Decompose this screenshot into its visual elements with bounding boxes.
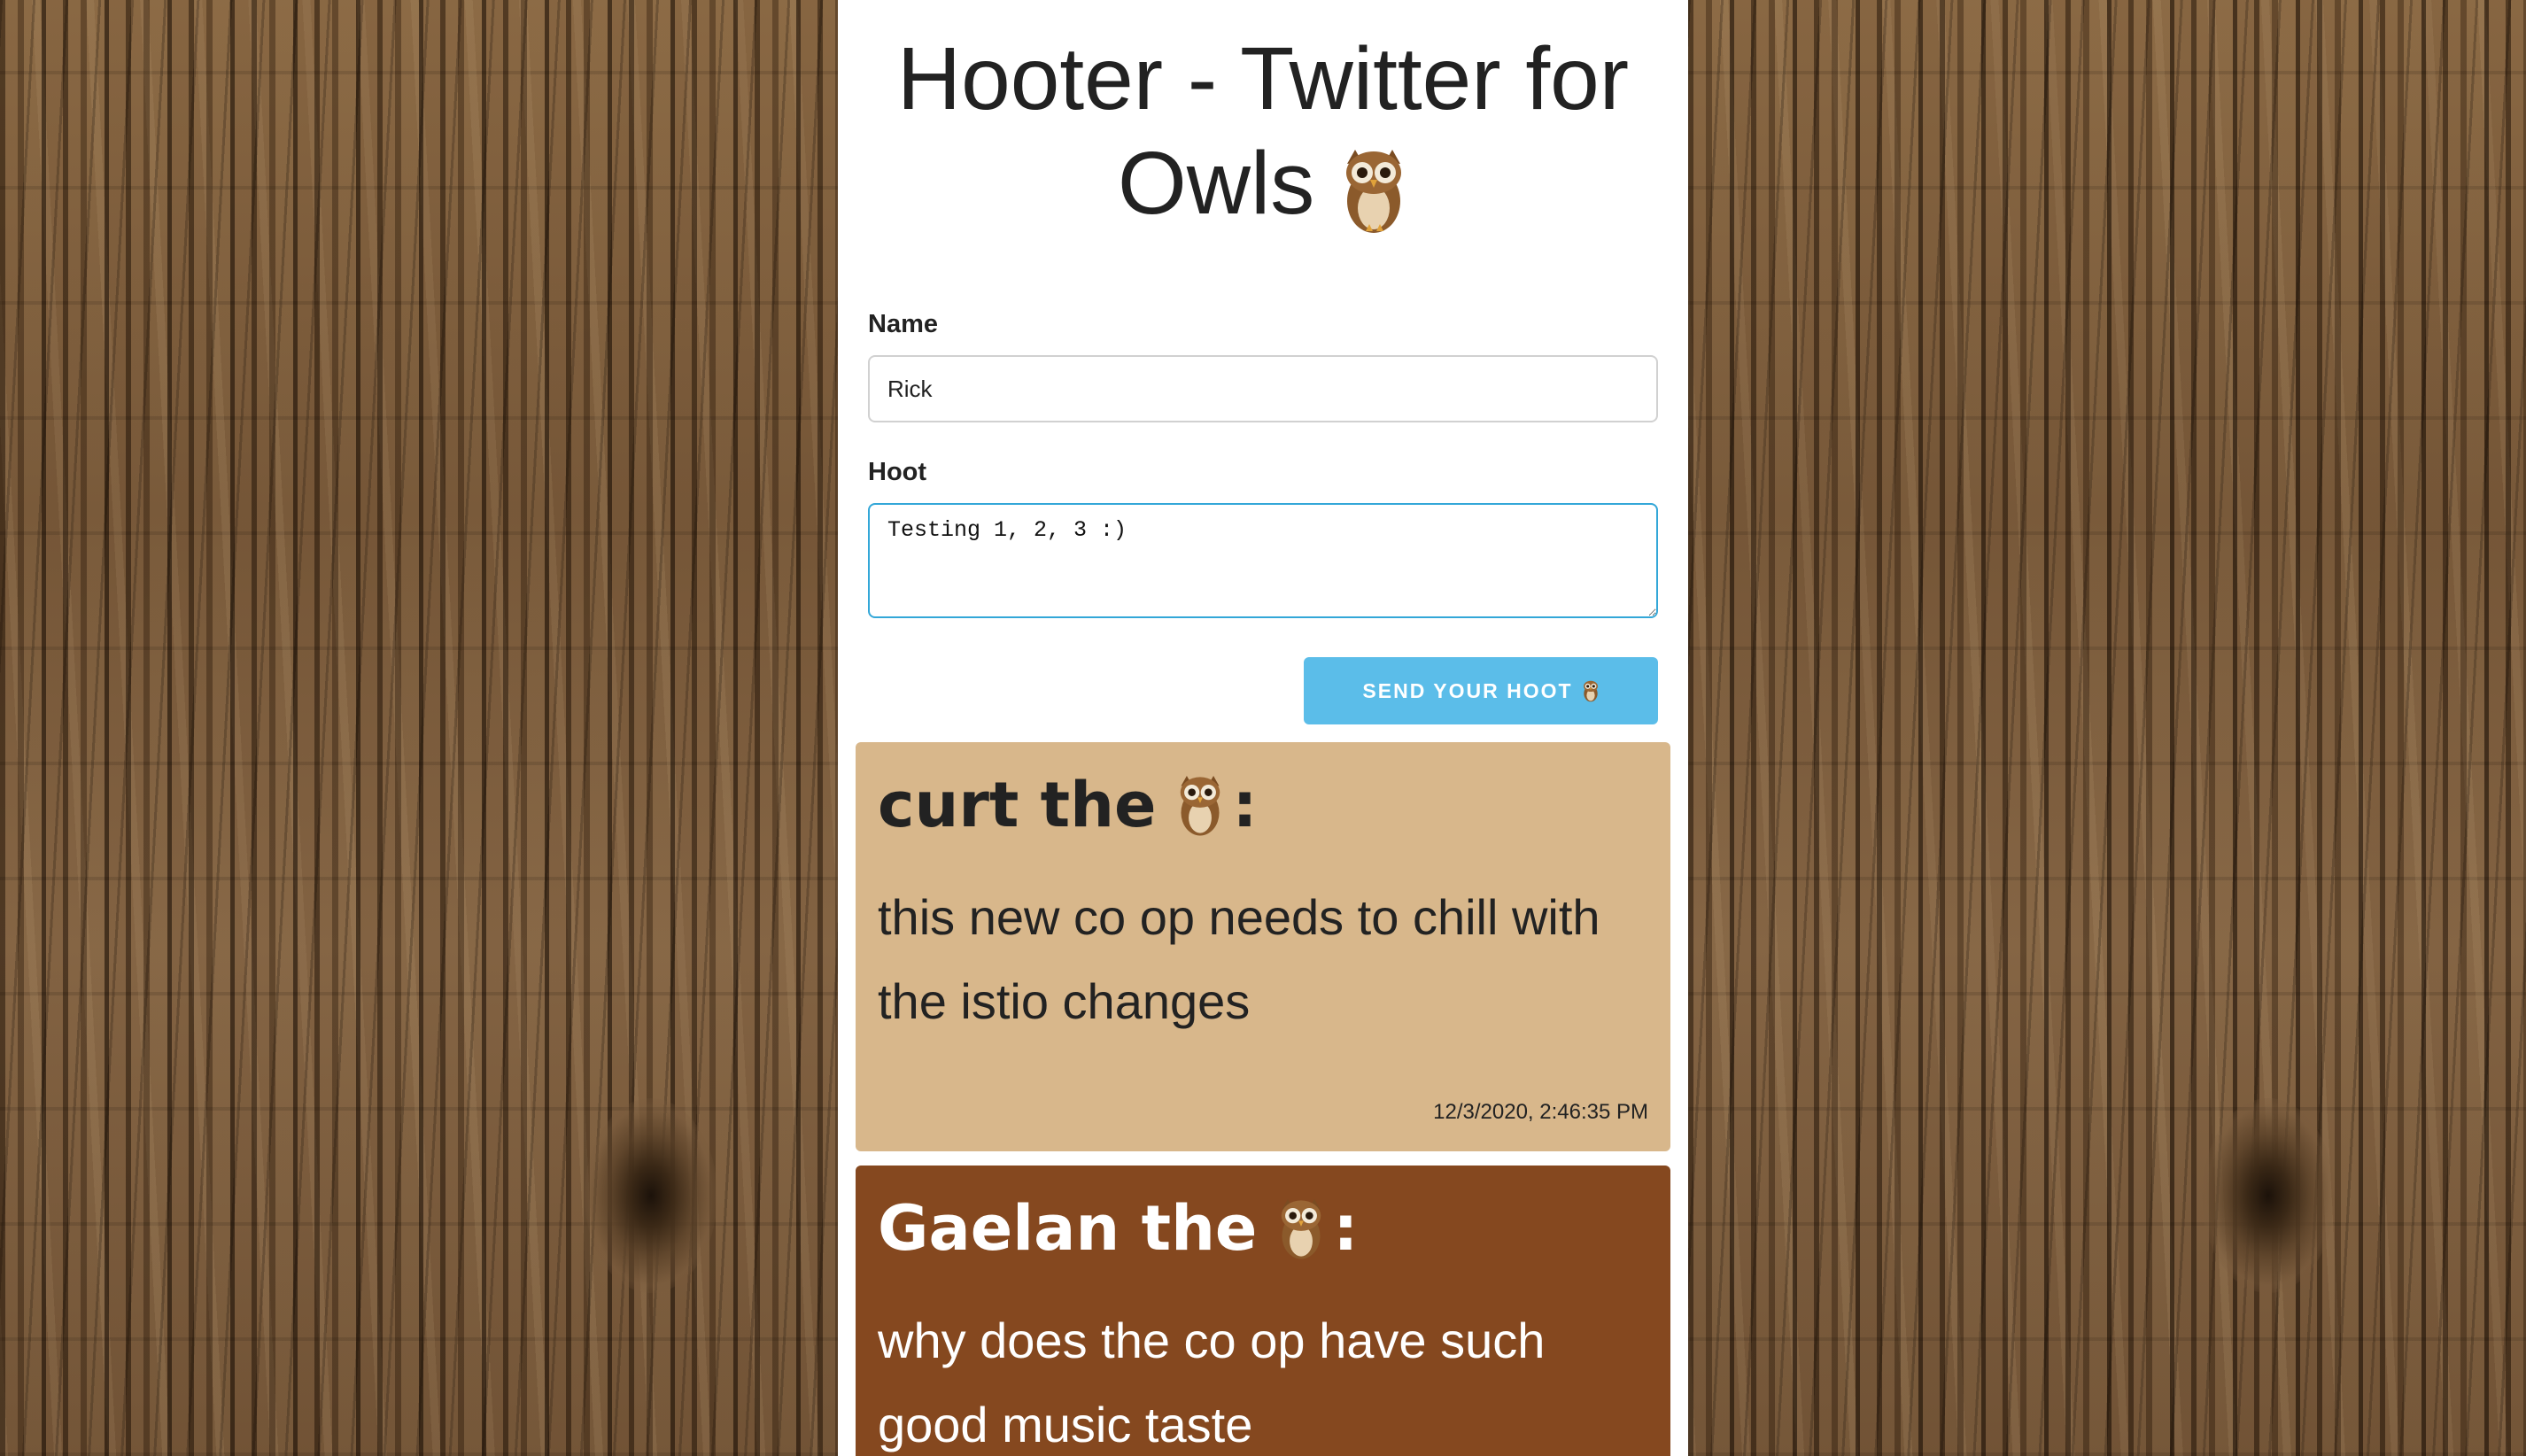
owl-icon — [1175, 773, 1225, 837]
hoot-author-suffix: : — [1333, 1192, 1359, 1265]
bark-knot — [585, 1098, 717, 1293]
hoot-form: Name Hoot Testing 1, 2, 3 :) SEND YOUR H… — [868, 310, 1658, 724]
send-hoot-button[interactable]: SEND YOUR HOOT — [1304, 657, 1658, 724]
name-input[interactable] — [868, 355, 1658, 422]
name-label: Name — [868, 310, 938, 338]
hoot-body: this new co op needs to chill with the i… — [878, 889, 1600, 1029]
bark-background-left — [0, 0, 838, 1456]
hoot-card: Gaelan the : why does the co op have suc… — [856, 1166, 1670, 1456]
bark-background-right — [1688, 0, 2526, 1456]
owl-icon — [1339, 146, 1408, 235]
main-panel: Hooter - Twitter for Owls Name Hoot Test… — [838, 0, 1688, 1456]
hoot-author-name: Gaelan the — [878, 1192, 1258, 1265]
hoot-author: curt the : — [878, 765, 1648, 845]
owl-icon — [1582, 679, 1600, 702]
page-title: Hooter - Twitter for Owls — [838, 27, 1688, 236]
hoot-label: Hoot — [868, 458, 927, 486]
hoot-card: curt the : this new co op needs to chill… — [856, 742, 1670, 1151]
page-title-text: Hooter - Twitter for Owls — [896, 29, 1630, 233]
hoot-textarea[interactable]: Testing 1, 2, 3 :) — [868, 503, 1658, 618]
hoot-author-suffix: : — [1232, 769, 1258, 841]
owl-icon — [1276, 1197, 1326, 1260]
bark-knot — [2202, 1098, 2335, 1293]
send-hoot-label: SEND YOUR HOOT — [1362, 678, 1573, 702]
hoot-body: why does the co op have such good music … — [878, 1313, 1546, 1452]
hoot-author-name: curt the — [878, 769, 1157, 841]
send-row: SEND YOUR HOOT — [868, 657, 1658, 724]
hoot-author: Gaelan the : — [878, 1189, 1648, 1268]
hoot-timestamp: 12/3/2020, 2:46:35 PM — [1433, 1100, 1648, 1124]
